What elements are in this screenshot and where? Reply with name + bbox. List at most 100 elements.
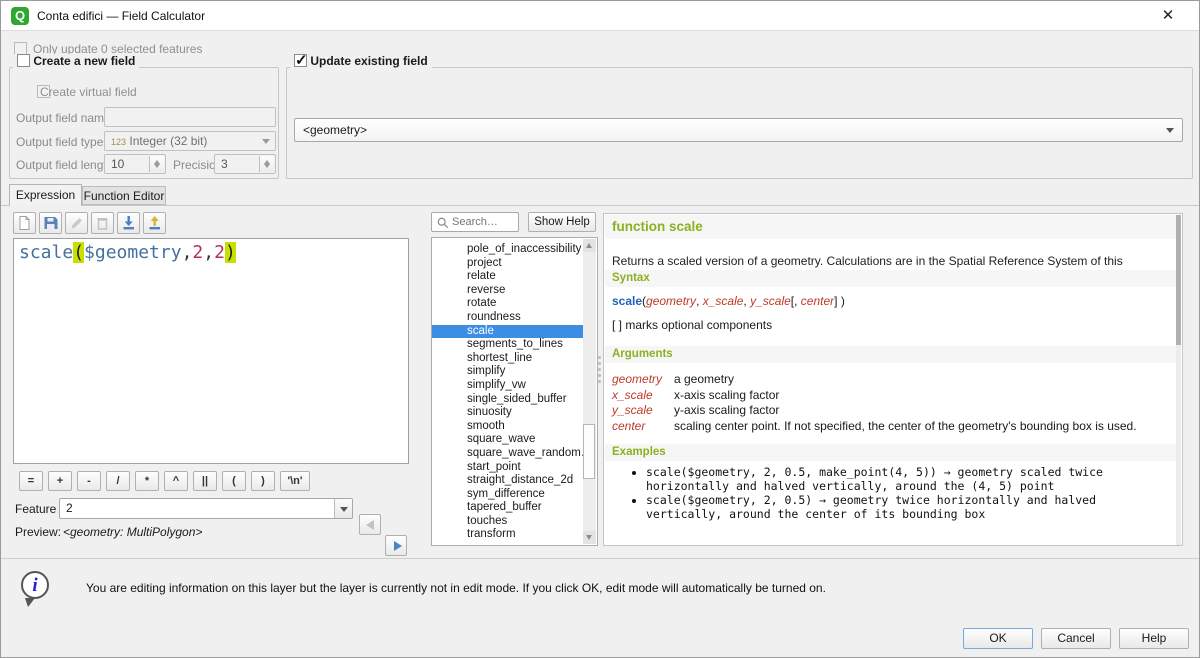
operator-button[interactable]: + <box>48 471 72 491</box>
feature-combo[interactable]: 2 <box>59 498 353 519</box>
function-list[interactable]: pole_of_inaccessibilityprojectrelatereve… <box>431 237 598 546</box>
argument-name: x_scale <box>612 388 674 404</box>
spinner-arrows-icon[interactable] <box>149 156 164 172</box>
function-list-item[interactable]: straight_distance_2d <box>432 474 585 488</box>
output-field-length-spinner[interactable]: 10 <box>104 154 166 174</box>
operator-button[interactable]: ( <box>222 471 246 491</box>
ok-button[interactable]: OK <box>963 628 1033 649</box>
scrollbar-thumb[interactable] <box>583 424 595 479</box>
footer-separator <box>1 558 1200 559</box>
info-message: You are editing information on this laye… <box>86 581 1136 595</box>
scroll-up-icon[interactable] <box>583 239 596 252</box>
operator-button[interactable]: - <box>77 471 101 491</box>
chevron-down-icon <box>262 139 270 144</box>
function-list-item[interactable]: transform <box>432 528 585 542</box>
precision-spinner[interactable]: 3 <box>214 154 276 174</box>
function-list-item[interactable]: touches <box>432 515 585 529</box>
update-existing-field-label: Update existing field <box>310 54 427 68</box>
function-list-item[interactable]: single_sided_buffer <box>432 393 585 407</box>
search-box[interactable] <box>431 212 519 232</box>
panel-splitter-handle[interactable] <box>598 353 602 386</box>
export-expression-button[interactable] <box>143 212 166 234</box>
expression-text: scale($geometry,2,2) <box>19 242 236 263</box>
close-icon[interactable]: ✕ <box>1151 5 1185 27</box>
function-list-item[interactable]: rotate <box>432 297 585 311</box>
chevron-down-icon <box>340 507 348 512</box>
function-list-item[interactable]: relate <box>432 270 585 284</box>
function-list-item[interactable]: reverse <box>432 284 585 298</box>
output-field-length-value: 10 <box>111 157 124 171</box>
operator-button[interactable]: || <box>193 471 217 491</box>
preview-label: Preview: <box>15 525 61 539</box>
function-list-item[interactable]: project <box>432 257 585 271</box>
save-expression-button[interactable] <box>39 212 62 234</box>
function-list-item[interactable]: smooth <box>432 420 585 434</box>
function-list-item[interactable]: square_wave_random… <box>432 447 585 461</box>
function-list-item[interactable]: square_wave <box>432 433 585 447</box>
operator-button[interactable]: * <box>135 471 159 491</box>
function-list-item[interactable]: tapered_buffer <box>432 501 585 515</box>
window-title: Conta edifici — Field Calculator <box>37 9 205 23</box>
examples-list: scale($geometry, 2, 0.5, make_point(4, 5… <box>632 466 1172 522</box>
help-scrollbar[interactable] <box>1176 215 1181 546</box>
cancel-button[interactable]: Cancel <box>1041 628 1111 649</box>
function-list-item[interactable]: simplify <box>432 365 585 379</box>
arrow-right-icon <box>394 541 402 551</box>
new-expression-button[interactable] <box>13 212 36 234</box>
scroll-down-icon[interactable] <box>583 531 596 544</box>
example-item: scale($geometry, 2, 0.5, make_point(4, 5… <box>646 466 1172 493</box>
operator-button[interactable]: '\n' <box>280 471 310 491</box>
operator-button[interactable]: = <box>19 471 43 491</box>
argument-description: y-axis scaling factor <box>674 403 779 417</box>
function-list-item[interactable]: sym_difference <box>432 488 585 502</box>
previous-feature-button[interactable] <box>359 514 381 535</box>
operator-button[interactable]: ) <box>251 471 275 491</box>
show-help-button[interactable]: Show Help <box>528 212 596 232</box>
create-new-field-checkbox[interactable] <box>17 54 30 67</box>
output-field-name-input[interactable] <box>104 107 276 127</box>
expression-token: 2 <box>214 242 225 263</box>
tab-expression[interactable]: Expression <box>9 184 82 206</box>
tab-function-editor[interactable]: Function Editor <box>82 186 166 205</box>
expression-editor[interactable]: scale($geometry,2,2) <box>13 238 409 464</box>
syntax-token: ] ) <box>834 294 845 308</box>
function-list-item[interactable]: roundness <box>432 311 585 325</box>
combo-arrow-segment[interactable] <box>334 499 352 518</box>
syntax-token: scale <box>612 294 642 308</box>
operator-button[interactable]: ^ <box>164 471 188 491</box>
syntax-header: Syntax <box>605 270 1177 287</box>
syntax-token: x_scale <box>703 294 744 308</box>
operator-button[interactable]: / <box>106 471 130 491</box>
function-list-item[interactable]: simplify_vw <box>432 379 585 393</box>
tab-pane-border <box>1 205 1200 206</box>
function-list-item[interactable]: segments_to_lines <box>432 338 585 352</box>
function-list-item[interactable]: shortest_line <box>432 352 585 366</box>
output-field-type-combo[interactable]: 123 Integer (32 bit) <box>104 131 276 151</box>
chevron-down-icon <box>1166 128 1174 133</box>
update-existing-field-checkbox[interactable] <box>294 54 307 67</box>
function-list-item[interactable]: pole_of_inaccessibility <box>432 243 585 257</box>
import-expression-button[interactable] <box>117 212 140 234</box>
argument-name: y_scale <box>612 403 674 419</box>
existing-field-value: <geometry> <box>303 123 367 137</box>
spinner-arrows-icon[interactable] <box>259 156 274 172</box>
info-icon-tail <box>25 598 35 607</box>
scrollbar-thumb[interactable] <box>1176 215 1181 345</box>
edit-pencil-icon <box>68 215 85 231</box>
argument-description: a geometry <box>674 372 734 386</box>
search-input[interactable] <box>452 214 516 230</box>
help-button[interactable]: Help <box>1119 628 1189 649</box>
feature-label: Feature <box>15 502 56 516</box>
expression-token: 2 <box>192 242 203 263</box>
argument-row: y_scaley-axis scaling factor <box>612 403 1172 419</box>
save-icon <box>42 215 59 231</box>
argument-description: x-axis scaling factor <box>674 388 779 402</box>
function-list-item[interactable]: sinuosity <box>432 406 585 420</box>
delete-expression-button[interactable] <box>91 212 114 234</box>
function-list-item[interactable]: start_point <box>432 461 585 475</box>
edit-expression-button[interactable] <box>65 212 88 234</box>
function-list-scrollbar[interactable] <box>583 239 596 544</box>
next-feature-button[interactable] <box>385 535 407 556</box>
existing-field-combo[interactable]: <geometry> <box>294 118 1183 142</box>
function-list-item[interactable]: scale <box>432 325 585 339</box>
